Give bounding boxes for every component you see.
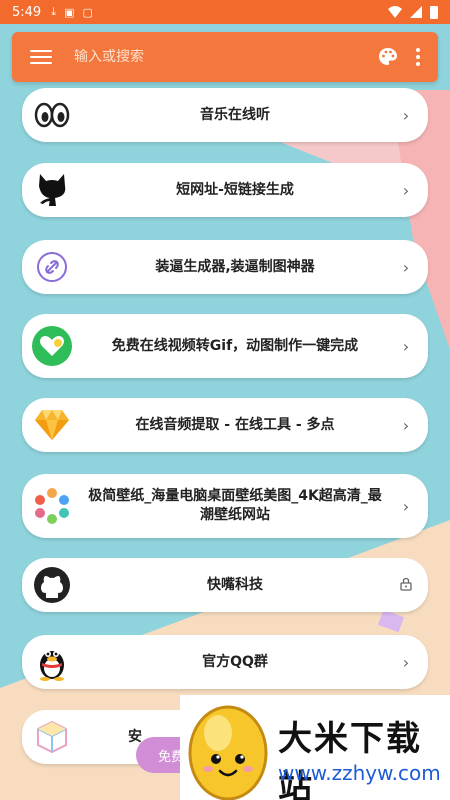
- item-label: 在线音频提取 - 在线工具 - 多点: [135, 416, 335, 433]
- hamburger-menu-icon[interactable]: [30, 48, 52, 66]
- cube-icon: [32, 717, 72, 757]
- more-vertical-icon[interactable]: [416, 48, 422, 66]
- item-label: 短网址-短链接生成: [176, 181, 294, 198]
- watermark: 大米下载站 www.zzhyw.com: [180, 695, 450, 800]
- palette-icon[interactable]: [378, 47, 398, 67]
- search-input[interactable]: [74, 49, 378, 65]
- chevron-right-icon: ›: [402, 652, 410, 672]
- download-icon: ⤓: [51, 5, 57, 18]
- list-item-short-url[interactable]: 短网址-短链接生成 ›: [22, 163, 428, 217]
- item-label: 官方QQ群: [202, 653, 268, 670]
- item-label: 快嘴科技: [207, 576, 263, 593]
- list-item-wallpaper[interactable]: 极简壁纸_海量电脑桌面壁纸美图_4K超高清_最潮壁纸网站 ›: [22, 474, 428, 538]
- chevron-right-icon: ›: [402, 105, 410, 125]
- eyes-icon: [32, 95, 72, 135]
- chevron-right-icon: ›: [402, 257, 410, 277]
- watermark-url: www.zzhyw.com: [278, 761, 441, 785]
- chevron-right-icon: ›: [402, 180, 410, 200]
- list-item-qq-group[interactable]: 官方QQ群 ›: [22, 635, 428, 689]
- green-heart-icon: [32, 326, 72, 366]
- notification-icon: ▢: [82, 5, 93, 19]
- list-item-generator[interactable]: 装逼生成器,装逼制图神器 ›: [22, 240, 428, 294]
- lock-icon: [398, 576, 414, 595]
- qq-penguin-icon: [32, 642, 72, 682]
- chevron-right-icon: ›: [402, 336, 410, 356]
- item-label: 免费在线视频转Gif，动图制作一键完成: [111, 337, 359, 354]
- image-icon: ▣: [64, 5, 75, 19]
- wifi-icon: [388, 6, 402, 18]
- signal-icon: [410, 6, 422, 18]
- github-icon: [32, 565, 72, 605]
- egg-mascot-icon: [188, 705, 268, 800]
- list-item-kuaizui[interactable]: 快嘴科技: [22, 558, 428, 612]
- top-app-bar: [12, 32, 438, 82]
- battery-icon: [430, 5, 438, 19]
- status-bar: 5:49 ⤓ ▣ ▢: [0, 0, 450, 24]
- list-item-video-gif[interactable]: 免费在线视频转Gif，动图制作一键完成 ›: [22, 314, 428, 378]
- item-label: 极简壁纸_海量电脑桌面壁纸美图_4K超高清_最潮壁纸网站: [88, 488, 382, 523]
- item-label: 音乐在线听: [200, 106, 270, 123]
- item-label: 装逼生成器,装逼制图神器: [155, 258, 315, 275]
- github-cat-icon: [32, 170, 72, 210]
- status-time: 5:49: [12, 4, 42, 20]
- list-item-music[interactable]: 音乐在线听 ›: [22, 88, 428, 142]
- chevron-right-icon: ›: [402, 415, 410, 435]
- color-ring-icon: [32, 486, 72, 526]
- watermark-title: 大米下载站: [278, 719, 422, 800]
- chevron-right-icon: ›: [402, 496, 410, 516]
- sketch-diamond-icon: [32, 405, 72, 445]
- link-circle-icon: [32, 247, 72, 287]
- list-item-audio-extract[interactable]: 在线音频提取 - 在线工具 - 多点 ›: [22, 398, 428, 452]
